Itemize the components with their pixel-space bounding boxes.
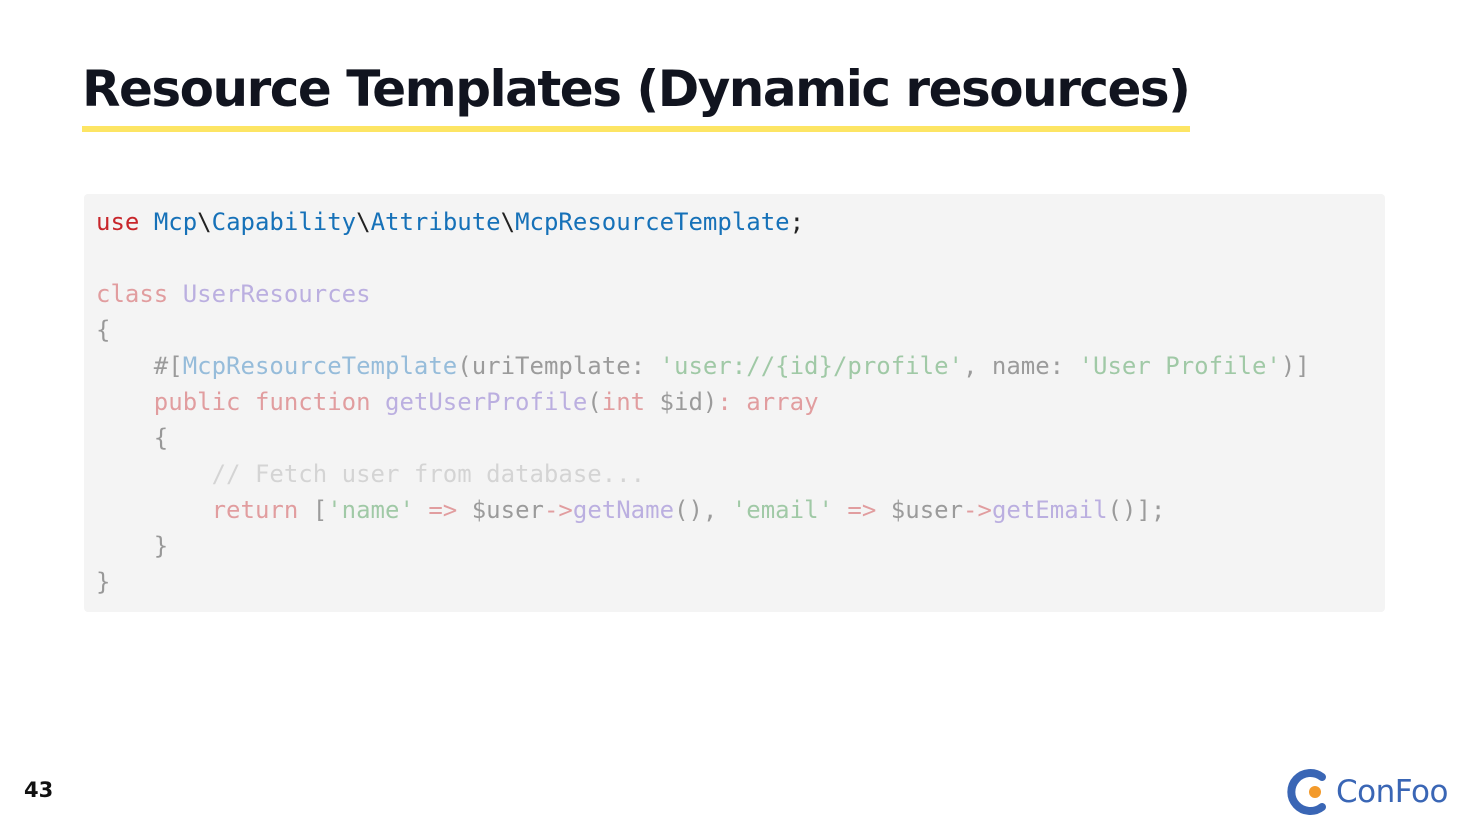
code-line-1: use Mcp\Capability\Attribute\McpResource…: [96, 204, 1385, 240]
code-token: $id): [645, 388, 718, 416]
code-token: class: [96, 280, 169, 308]
confoo-logo: ConFoo: [1286, 766, 1448, 818]
code-token: int: [601, 388, 646, 416]
code-token: Attribute: [370, 208, 501, 236]
code-token: \: [197, 208, 212, 236]
code-token: 'user://{id}/profile': [659, 352, 963, 380]
code-token: (: [587, 388, 602, 416]
code-line-7: {: [96, 424, 169, 452]
code-token: 'User Profile': [1078, 352, 1281, 380]
code-token: =>: [413, 496, 458, 524]
code-token: Mcp: [153, 208, 198, 236]
code-token: Capability: [211, 208, 357, 236]
code-token: McpResourceTemplate: [182, 352, 458, 380]
code-token: public: [153, 388, 241, 416]
code-line-5: #[McpResourceTemplate(uriTemplate: 'user…: [96, 348, 1385, 384]
code-token: :: [717, 388, 732, 416]
code-token: ;: [789, 208, 805, 236]
code-token: 'email': [731, 496, 833, 524]
code-line-4: {: [96, 316, 111, 344]
code-line-10: }: [96, 532, 169, 560]
code-token: getName: [572, 496, 675, 524]
code-token: )]: [1280, 352, 1310, 380]
page-number: 43: [24, 778, 54, 802]
code-line-11: }: [96, 568, 111, 596]
code-token: return: [211, 496, 299, 524]
code-token: getUserProfile: [385, 388, 588, 416]
code-token: , name:: [962, 352, 1079, 380]
code-token: \: [356, 208, 371, 236]
code-line-8: // Fetch user from database...: [96, 460, 646, 488]
code-token: (),: [674, 496, 732, 524]
code-token: UserResources: [182, 280, 371, 308]
code-token: $user: [457, 496, 544, 524]
code-token: 'name': [327, 496, 414, 524]
logo-text: ConFoo: [1336, 774, 1448, 810]
code-block: use Mcp\Capability\Attribute\McpResource…: [84, 194, 1385, 612]
code-token: McpResourceTemplate: [515, 208, 790, 236]
code-token: \: [500, 208, 516, 236]
code-line-3: class UserResources: [96, 276, 1385, 312]
code-token: #[: [96, 352, 183, 380]
code-token: $user: [876, 496, 964, 524]
code-token: use: [96, 208, 140, 236]
code-token: ->: [543, 496, 573, 524]
code-token: array: [746, 388, 819, 416]
code-line-9: return ['name' => $user->getName(), 'ema…: [96, 492, 1385, 528]
slide-title: Resource Templates (Dynamic resources): [82, 54, 1191, 132]
code-line-6: public function getUserProfile(int $id):…: [96, 384, 1385, 420]
code-token: ->: [963, 496, 992, 524]
code-token: ()];: [1107, 496, 1166, 524]
code-token: getEmail: [991, 496, 1108, 524]
code-token: (uriTemplate:: [457, 352, 660, 380]
confoo-logo-icon: [1287, 769, 1326, 815]
code-token: [: [298, 496, 328, 524]
code-token: =>: [832, 496, 877, 524]
code-token: function: [254, 388, 371, 416]
